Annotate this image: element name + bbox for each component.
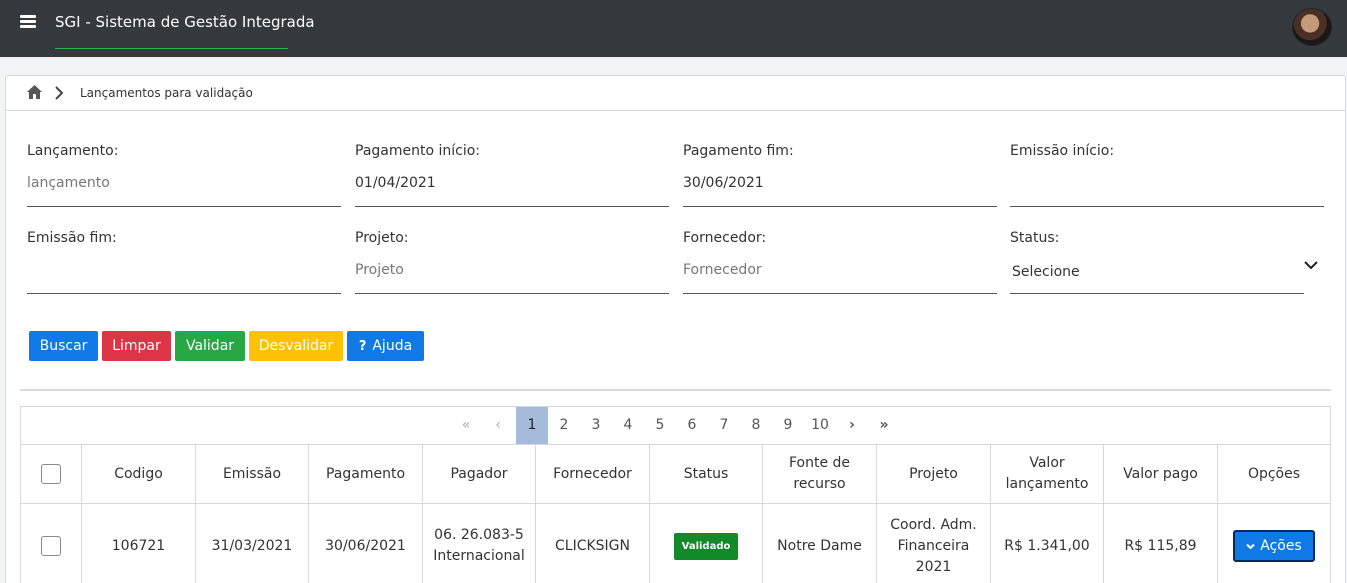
row-checkbox[interactable] (41, 536, 61, 556)
pagamento-inicio-label: Pagamento início: (355, 143, 481, 159)
user-avatar[interactable] (1292, 8, 1332, 46)
opcoes-cell: Ações (1218, 504, 1330, 583)
hamburger-menu-icon[interactable] (20, 15, 36, 29)
home-icon[interactable] (26, 84, 43, 100)
fonte-cell: Notre Dame (763, 504, 877, 583)
column-header[interactable]: Pagador (423, 445, 536, 504)
page-4[interactable]: 4 (612, 407, 644, 444)
help-icon: ? (358, 339, 367, 354)
emissao-fim-input[interactable] (27, 260, 341, 294)
pagamento-fim-input[interactable]: 30/06/2021 (683, 173, 997, 207)
prev-page-button[interactable]: ‹ (482, 407, 514, 444)
buscar-button[interactable]: Buscar (29, 331, 98, 361)
pagamento-inicio-filter: Pagamento início: 01/04/2021 (355, 143, 669, 207)
ajuda-button[interactable]: ? Ajuda (347, 331, 424, 361)
page-6[interactable]: 6 (676, 407, 708, 444)
emissao-cell: 31/03/2021 (196, 504, 309, 583)
projeto-label: Projeto: (355, 230, 409, 246)
section-divider (20, 389, 1331, 391)
page-5[interactable]: 5 (644, 407, 676, 444)
acoes-button[interactable]: Ações (1233, 530, 1315, 562)
breadcrumb-current: Lançamentos para validação (80, 86, 253, 100)
main-card: Lançamentos para validação Lançamento: l… (5, 75, 1346, 583)
valor-lancamento-cell: R$ 1.341,00 (991, 504, 1104, 583)
app-title: SGI - Sistema de Gestão Integrada (55, 13, 315, 31)
fornecedor-input[interactable]: Fornecedor (683, 260, 997, 294)
status-label: Status: (1010, 230, 1060, 246)
top-navbar: SGI - Sistema de Gestão Integrada (0, 0, 1347, 57)
title-underline (55, 48, 288, 49)
codigo-cell: 106721 (82, 504, 196, 583)
column-header[interactable]: Valor lançamento (991, 445, 1104, 504)
emissao-fim-label: Emissão fim: (27, 230, 117, 246)
page-8[interactable]: 8 (740, 407, 772, 444)
projeto-filter: Projeto: Projeto (355, 230, 669, 294)
emissao-inicio-label: Emissão início: (1010, 143, 1115, 159)
fornecedor-label: Fornecedor: (683, 230, 767, 246)
row-select-cell (21, 504, 82, 583)
column-header[interactable]: Status (650, 445, 763, 504)
column-header[interactable]: Emissão (196, 445, 309, 504)
projeto-input[interactable]: Projeto (355, 260, 669, 294)
ajuda-label: Ajuda (372, 338, 413, 354)
breadcrumb: Lançamentos para validação (6, 76, 1345, 111)
column-header[interactable]: Pagamento (309, 445, 423, 504)
lancamento-filter: Lançamento: lançamento (27, 143, 341, 207)
status-cell: Validado (650, 504, 763, 583)
lancamento-label: Lançamento: (27, 143, 119, 159)
status-filter: Status: Selecione (1010, 230, 1324, 294)
column-header[interactable]: Codigo (82, 445, 196, 504)
chevron-down-icon[interactable] (1304, 260, 1318, 270)
column-header[interactable]: Fornecedor (536, 445, 650, 504)
limpar-button[interactable]: Limpar (102, 331, 171, 361)
projeto-cell: Coord. Adm. Financeira 2021 (877, 504, 991, 583)
page-1[interactable]: 1 (516, 407, 548, 444)
next-page-button[interactable]: › (836, 407, 868, 444)
validar-button[interactable]: Validar (175, 331, 245, 361)
select-all-cell (21, 445, 82, 504)
pagamento-fim-label: Pagamento fim: (683, 143, 794, 159)
lancamento-input[interactable]: lançamento (27, 173, 341, 207)
emissao-inicio-input[interactable] (1010, 173, 1324, 207)
valor-pago-cell: R$ 115,89 (1104, 504, 1218, 583)
emissao-fim-filter: Emissão fim: (27, 230, 341, 294)
page-9[interactable]: 9 (772, 407, 804, 444)
page-10[interactable]: 10 (804, 407, 836, 444)
fornecedor-cell: CLICKSIGN (536, 504, 650, 583)
fornecedor-filter: Fornecedor: Fornecedor (683, 230, 997, 294)
emissao-inicio-filter: Emissão início: (1010, 143, 1324, 207)
pagamento-cell: 30/06/2021 (309, 504, 423, 583)
status-badge: Validado (673, 532, 739, 560)
pagination: « ‹ 1 2 3 4 5 6 7 8 9 10 › » (21, 407, 1330, 445)
pagador-cell: 06. 26.083-5 Internacional (423, 504, 536, 583)
status-select[interactable]: Selecione (1010, 260, 1304, 294)
first-page-button[interactable]: « (450, 407, 482, 444)
chevron-right-icon (55, 86, 64, 100)
chevron-down-icon (1246, 543, 1255, 549)
page-7[interactable]: 7 (708, 407, 740, 444)
select-all-checkbox[interactable] (41, 464, 61, 484)
last-page-button[interactable]: » (868, 407, 900, 444)
acoes-label: Ações (1260, 537, 1302, 554)
column-header[interactable]: Valor pago (1104, 445, 1218, 504)
column-header[interactable]: Fonte de recurso (763, 445, 877, 504)
desvalidar-button[interactable]: Desvalidar (249, 331, 343, 361)
page-3[interactable]: 3 (580, 407, 612, 444)
column-header[interactable]: Opções (1218, 445, 1330, 504)
column-header[interactable]: Projeto (877, 445, 991, 504)
lancamentos-table: « ‹ 1 2 3 4 5 6 7 8 9 10 › » Codigo Emis… (20, 406, 1331, 583)
pagamento-inicio-input[interactable]: 01/04/2021 (355, 173, 669, 207)
pagamento-fim-filter: Pagamento fim: 30/06/2021 (683, 143, 997, 207)
page-2[interactable]: 2 (548, 407, 580, 444)
